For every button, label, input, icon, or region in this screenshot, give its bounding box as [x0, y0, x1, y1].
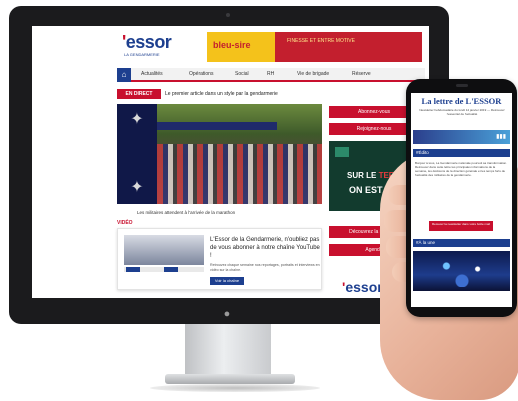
newsletter-title: La lettre de L'ESSOR [421, 96, 502, 106]
ad-title: bleu-sire [213, 40, 251, 50]
youtube-thumbnail[interactable] [124, 235, 204, 265]
phone-speaker [456, 84, 468, 87]
phone-screen: La lettre de L'ESSOR Newsletter hebdomad… [411, 93, 512, 307]
stage-lights [423, 257, 501, 287]
hero-side-panel: ✦ ✦ [117, 104, 157, 204]
newsletter-cta-button[interactable]: Recevez la newsletter dans votre boîte m… [429, 221, 493, 231]
nav-item[interactable]: RH [267, 71, 274, 77]
site-logo[interactable]: 'essor [122, 32, 172, 53]
nav-item[interactable]: Opérations [189, 71, 213, 77]
youtube-body: Retrouvez chaque semaine nos reportages,… [210, 263, 320, 272]
apple-logo-icon: ● [223, 308, 231, 320]
youtube-bar [124, 267, 204, 272]
breaking-news-bar: EN DIRECT Le premier article dans un sty… [117, 89, 322, 99]
header-banner-ad[interactable]: bleu-sire FINESSE ET ENTRE MOTIVE [207, 32, 422, 62]
bottom-logo: 'essor [342, 279, 383, 295]
hero-image[interactable]: ✦ ✦ [117, 104, 322, 204]
finish-arch [157, 122, 277, 130]
newsletter-subtitle: Newsletter hebdomadaire du lundi 14 janv… [419, 108, 505, 116]
breaking-tag: EN DIRECT [117, 89, 161, 99]
runners-crowd [157, 144, 322, 204]
signal-icon: ▮▮▮ [496, 134, 506, 140]
breaking-text[interactable]: Le premier article dans un style par la … [165, 91, 278, 97]
camera-dot [226, 13, 230, 17]
hero-caption: Les militaires attendent à l'arrivée de … [137, 210, 236, 215]
nav-item[interactable]: Vie de brigade [297, 71, 329, 77]
editorial-section: #Édito [413, 149, 510, 157]
site-logo-subtitle: LA GENDARMERIE [124, 52, 160, 57]
insignia-icon: ✦ [130, 179, 144, 196]
insignia-icon: ✦ [130, 111, 144, 128]
nav-item[interactable]: Actualités [141, 71, 163, 77]
monitor-stand [185, 324, 271, 376]
nav-item[interactable]: Réserve [352, 71, 371, 77]
youtube-promo: L'Essor de la Gendarmerie, n'oubliez pas… [117, 228, 322, 290]
stand-shadow [150, 384, 320, 392]
main-nav: ⌂ Actualités Opérations Social RH Vie de… [117, 68, 425, 82]
ad-badge [335, 147, 349, 157]
monitor-screen: 'essor LA GENDARMERIE bleu-sire FINESSE … [32, 26, 429, 298]
nav-item[interactable]: Social [235, 71, 249, 77]
site-header: 'essor LA GENDARMERIE bleu-sire FINESSE … [32, 26, 429, 64]
smartphone: La lettre de L'ESSOR Newsletter hebdomad… [406, 79, 517, 317]
youtube-heading: L'Essor de la Gendarmerie, n'oubliez pas… [210, 237, 320, 259]
video-section-title: VIDÉO [117, 220, 133, 226]
ad-subtitle: FINESSE ET ENTRE MOTIVE [287, 38, 355, 44]
home-icon[interactable]: ⌂ [117, 68, 131, 82]
monitor-base [165, 374, 295, 384]
editorial-text: Bonjour à tous, La Gendarmerie nationale… [415, 161, 508, 177]
news-section: #À la une [413, 239, 510, 247]
newsletter-banner: ▮▮▮ [413, 130, 510, 144]
news-image[interactable] [413, 251, 510, 291]
youtube-button[interactable]: Voir la chaîne [210, 277, 244, 285]
